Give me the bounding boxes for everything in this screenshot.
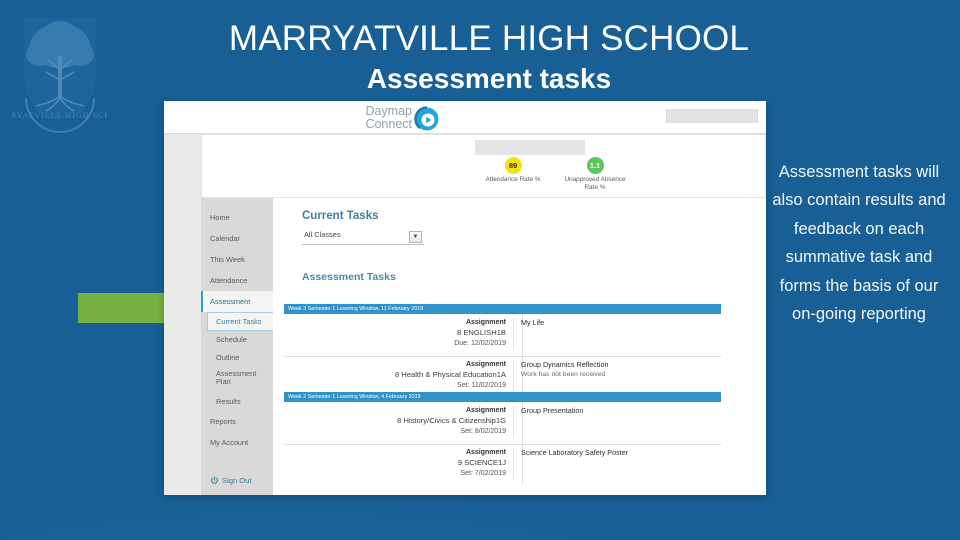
task-detail: Science Laboratory Safety Poster [513,448,693,479]
task-meta: Assignment 9 SCIENCE1J Set: 7/02/2019 [284,448,513,479]
app-main-content: Current Tasks All Classes ▼ Assessment T… [273,198,766,495]
summary-panel: 89 Attendance Rate % 1.1 Unapproved Abse… [201,134,766,198]
sidebar-item-outline[interactable]: Outline [207,349,273,367]
week-group-header: Week 3 Semester 1 Learning Window, 11 Fe… [284,304,721,314]
panel-placeholder-field [475,140,585,155]
task-note: Work has not been received [521,371,606,379]
svg-text:MARRYATVILLE HIGH SCHOOL: MARRYATVILLE HIGH SCHOOL [12,111,108,120]
task-class: 8 ENGLISH1B [457,327,506,337]
search-input[interactable] [666,109,758,123]
badge-unapproved-absence: 1.1 Unapproved Absence Rate % [564,157,626,192]
task-title: Group Dynamics Reflection [521,360,609,369]
badge-value-circle: 89 [504,157,522,174]
week-group-header: Week 2 Semester 1 Learning Window, 4 Feb… [284,392,721,402]
task-class: 9 SCIENCE1J [457,457,506,467]
chevron-down-icon[interactable]: ▼ [409,231,422,243]
task-class: 8 Health & Physical Education1A [394,369,506,379]
task-detail: Group Dynamics Reflection Work has not b… [513,360,693,391]
sidebar-item-reports[interactable]: Reports [201,411,273,432]
app-sidebar: Home Calendar This Week Attendance Asses… [201,198,273,495]
badge-value-circle: 1.1 [586,157,604,174]
task-title: Group Presentation [521,406,584,415]
sidebar-item-attendance[interactable]: Attendance [201,270,273,291]
slide-caption-text: Assessment tasks will also contain resul… [772,163,946,323]
row-divider [284,444,721,445]
sidebar-item-assessment-plan[interactable]: Assessment Plan [207,367,273,393]
task-row[interactable]: Assignment 8 History/Civics & Citizenshi… [284,406,693,437]
page-title: MARRYATVILLE HIGH SCHOOL [228,19,750,58]
task-title: Science Laboratory Safety Poster [521,448,629,457]
task-row[interactable]: Assignment 9 SCIENCE1J Set: 7/02/2019 Sc… [284,448,693,479]
main-heading: Current Tasks [302,210,379,222]
daymap-logo: Daymap Connect [330,103,450,133]
logo-line-2: Connect [365,117,412,131]
section-heading-assessment-tasks: Assessment Tasks [302,271,396,283]
badge-attendance-rate: 89 Attendance Rate % [482,157,544,192]
row-divider [284,356,721,357]
task-date: Set: 8/02/2019 [460,427,506,435]
task-type: Assignment [465,449,506,456]
sidebar-item-assessment[interactable]: Assessment [201,291,273,312]
task-meta: Assignment 8 History/Civics & Citizenshi… [284,406,513,437]
task-meta: Assignment 8 ENGLISH1B Due: 12/02/2019 [284,318,513,349]
sidebar-item-results[interactable]: Results [207,393,273,411]
task-date: Due: 12/02/2019 [454,339,506,347]
task-class: 8 History/Civics & Citizenship1G [397,415,506,425]
sign-out-label: Sign Out [222,476,252,485]
sidebar-item-calendar[interactable]: Calendar [201,228,273,249]
daymap-connect-screenshot: Daymap Connect 89 Attendance Rate % 1.1 … [164,101,766,495]
class-filter-select[interactable]: All Classes [302,230,424,245]
app-header: Daymap Connect [164,101,766,134]
task-type: Assignment [465,361,506,368]
badge-label: Unapproved Absence Rate % [564,176,626,191]
task-title: My Life [521,318,545,327]
sign-out-button[interactable]: Sign Out [210,476,252,485]
daymap-play-mark-icon [414,105,439,130]
task-detail: Group Presentation [513,406,693,437]
task-row[interactable]: Assignment 8 ENGLISH1B Due: 12/02/2019 M… [284,318,693,349]
sidebar-item-this-week[interactable]: This Week [201,249,273,270]
sidebar-item-current-tasks[interactable]: Current Tasks [207,312,273,331]
attendance-badges: 89 Attendance Rate % 1.1 Unapproved Abse… [482,157,626,192]
badge-label: Attendance Rate % [485,176,541,183]
daymap-logo-text: Daymap Connect [330,104,412,131]
sidebar-item-my-account[interactable]: My Account [201,432,273,453]
task-detail: My Life [513,318,693,349]
sidebar-item-schedule[interactable]: Schedule [207,331,273,349]
task-type: Assignment [465,319,506,326]
task-meta: Assignment 8 Health & Physical Education… [284,360,513,391]
task-type: Assignment [465,407,506,414]
task-row[interactable]: Assignment 8 Health & Physical Education… [284,360,693,391]
power-icon [211,476,218,484]
task-date: Set: 11/02/2019 [457,381,506,389]
slide-subtitle: Assessment tasks [366,63,612,94]
sidebar-item-home[interactable]: Home [201,207,273,228]
task-date: Set: 7/02/2019 [460,469,506,477]
